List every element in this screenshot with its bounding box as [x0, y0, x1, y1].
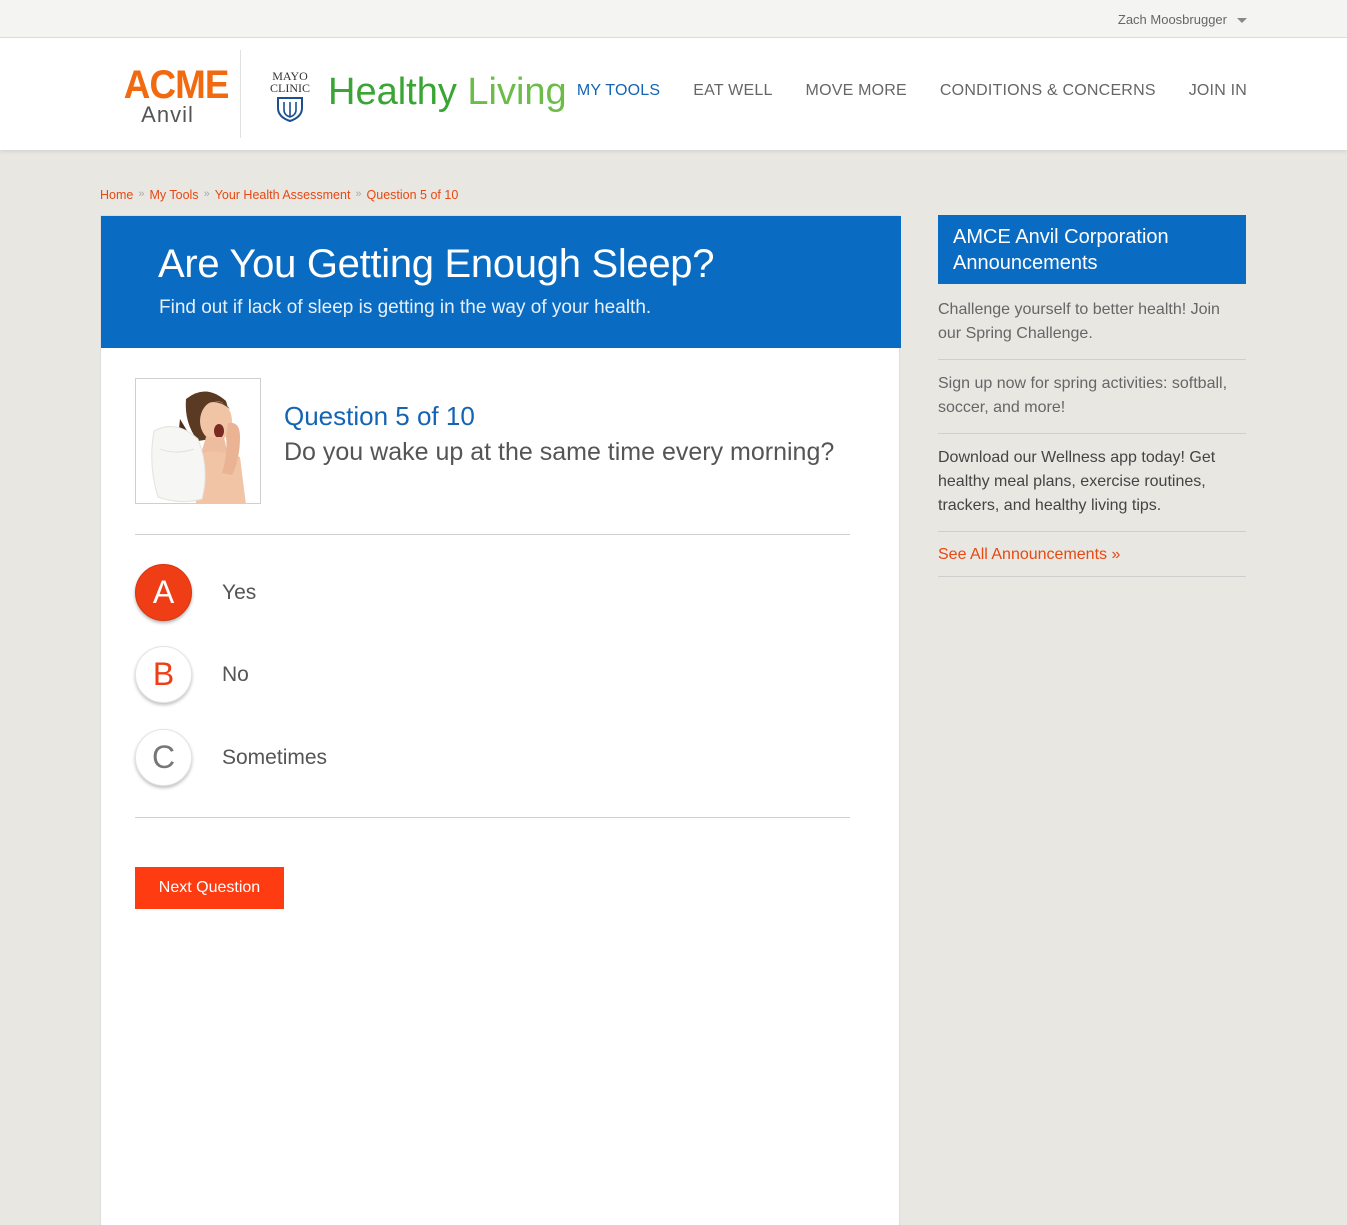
nav-my-tools[interactable]: MY TOOLS	[577, 82, 660, 100]
title-healthy: Healthy	[328, 71, 457, 113]
hero-title: Are You Getting Enough Sleep?	[158, 242, 715, 286]
breadcrumb-separator: »	[203, 188, 210, 200]
announcements-heading: AMCE Anvil Corporation Announcements	[938, 215, 1246, 284]
nav-conditions-concerns[interactable]: CONDITIONS & CONCERNS	[940, 82, 1156, 100]
mayo-clinic-logo[interactable]: MAYO CLINIC	[266, 70, 314, 122]
mayo-shield-icon	[277, 97, 303, 122]
answer-b-text[interactable]: No	[222, 663, 249, 687]
breadcrumb-current[interactable]: Question 5 of 10	[367, 188, 459, 202]
question-number: Question 5 of 10	[284, 401, 475, 431]
divider	[135, 817, 850, 818]
answer-a-text[interactable]: Yes	[222, 581, 256, 605]
answer-option-b[interactable]: B No	[135, 646, 249, 703]
user-name: Zach Moosbrugger	[1117, 12, 1227, 27]
nav-join-in[interactable]: JOIN IN	[1189, 82, 1247, 100]
anvil-word: Anvil	[141, 102, 194, 127]
see-all-announcements-link[interactable]: See All Announcements »	[938, 532, 1246, 577]
acme-anvil-logo[interactable]: ACME Anvil	[120, 63, 230, 127]
breadcrumb-my-tools[interactable]: My Tools	[149, 188, 198, 202]
announcement-item[interactable]: Sign up now for spring activities: softb…	[938, 360, 1246, 434]
question-photo	[135, 378, 261, 504]
site-header: ACME Anvil MAYO CLINIC Healthy Living MY…	[0, 38, 1347, 150]
question-text: Do you wake up at the same time every mo…	[284, 438, 835, 466]
yawning-woman-image	[136, 379, 260, 503]
next-question-button[interactable]: Next Question	[135, 867, 284, 909]
user-menu[interactable]: Zach Moosbrugger	[1118, 12, 1247, 27]
breadcrumb-separator: »	[355, 188, 362, 200]
answer-b-badge[interactable]: B	[135, 646, 192, 703]
logo-divider	[240, 50, 241, 138]
breadcrumb-separator: »	[138, 188, 145, 200]
nav-move-more[interactable]: MOVE MORE	[806, 82, 907, 100]
mayo-line2: CLINIC	[270, 81, 310, 95]
nav-eat-well[interactable]: EAT WELL	[693, 82, 772, 100]
assessment-card: Are You Getting Enough Sleep? Find out i…	[100, 215, 901, 1225]
breadcrumb-health-assessment[interactable]: Your Health Assessment	[215, 188, 351, 202]
breadcrumb: Home » My Tools » Your Health Assessment…	[100, 188, 458, 202]
answer-option-c[interactable]: C Sometimes	[135, 729, 327, 786]
acme-word: ACME	[123, 63, 230, 107]
answer-a-badge[interactable]: A	[135, 564, 192, 621]
healthy-living-title[interactable]: Healthy Living	[328, 70, 567, 114]
breadcrumb-home[interactable]: Home	[100, 188, 133, 202]
title-living: Living	[467, 71, 567, 113]
announcement-item[interactable]: Download our Wellness app today! Get hea…	[938, 434, 1246, 532]
announcements-sidebar: AMCE Anvil Corporation Announcements Cha…	[938, 215, 1246, 577]
user-bar: Zach Moosbrugger	[0, 0, 1347, 38]
announcement-item[interactable]: Challenge yourself to better health! Joi…	[938, 284, 1246, 360]
answer-c-text[interactable]: Sometimes	[222, 746, 327, 770]
answer-option-a[interactable]: A Yes	[135, 564, 256, 621]
answer-c-badge[interactable]: C	[135, 729, 192, 786]
hero-subtitle: Find out if lack of sleep is getting in …	[159, 297, 652, 318]
main-nav: MY TOOLS EAT WELL MOVE MORE CONDITIONS &…	[577, 82, 1247, 100]
hero-banner: Are You Getting Enough Sleep? Find out i…	[101, 216, 901, 348]
divider	[135, 534, 850, 535]
chevron-down-icon	[1237, 18, 1247, 23]
